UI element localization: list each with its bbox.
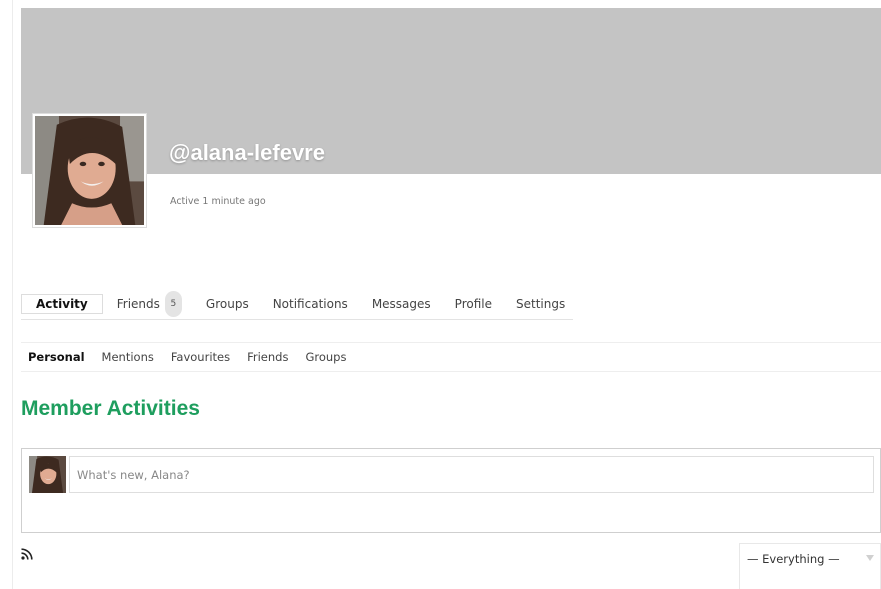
tab-messages[interactable]: Messages — [360, 294, 443, 314]
tab-activity[interactable]: Activity — [21, 294, 103, 314]
tab-label: Notifications — [272, 297, 348, 311]
subnav-personal[interactable]: Personal — [28, 350, 85, 364]
tab-label: Profile — [454, 297, 492, 311]
avatar-photo — [29, 456, 66, 493]
profile-handle: @alana-lefevre — [169, 140, 325, 165]
last-active-status: Active 1 minute ago — [170, 196, 266, 207]
subnav-groups[interactable]: Groups — [305, 350, 346, 364]
filter-selected-value: — Everything — — [747, 552, 840, 566]
tab-label: Settings — [515, 297, 566, 311]
tab-label: Friends — [116, 297, 160, 311]
subnav-favourites[interactable]: Favourites — [171, 350, 230, 364]
activity-filter-select[interactable]: — Everything — — [739, 543, 881, 589]
tab-profile[interactable]: Profile — [443, 294, 504, 314]
profile-main-nav: Activity Friends 5 Groups Notifications M… — [21, 289, 573, 320]
activity-post-form — [21, 448, 881, 533]
cover-image — [21, 8, 881, 174]
rss-icon[interactable] — [21, 548, 33, 560]
subnav-friends[interactable]: Friends — [247, 350, 288, 364]
activity-sub-nav: Personal Mentions Favourites Friends Gro… — [21, 342, 881, 372]
tab-label: Messages — [371, 297, 431, 311]
subnav-mentions[interactable]: Mentions — [102, 350, 154, 364]
page-left-border — [12, 0, 13, 589]
tab-settings[interactable]: Settings — [504, 294, 577, 314]
user-avatar — [29, 456, 66, 493]
tab-groups[interactable]: Groups — [194, 294, 261, 314]
tab-friends[interactable]: Friends 5 — [105, 291, 194, 317]
tab-notifications[interactable]: Notifications — [261, 294, 360, 314]
tab-label: Activity — [36, 297, 88, 311]
chevron-down-icon — [866, 555, 874, 561]
profile-avatar[interactable] — [33, 114, 146, 227]
section-title: Member Activities — [21, 397, 200, 420]
tab-label: Groups — [205, 297, 249, 311]
whats-new-input[interactable] — [69, 456, 874, 493]
avatar-photo — [35, 116, 144, 225]
friends-count-badge: 5 — [164, 291, 182, 317]
